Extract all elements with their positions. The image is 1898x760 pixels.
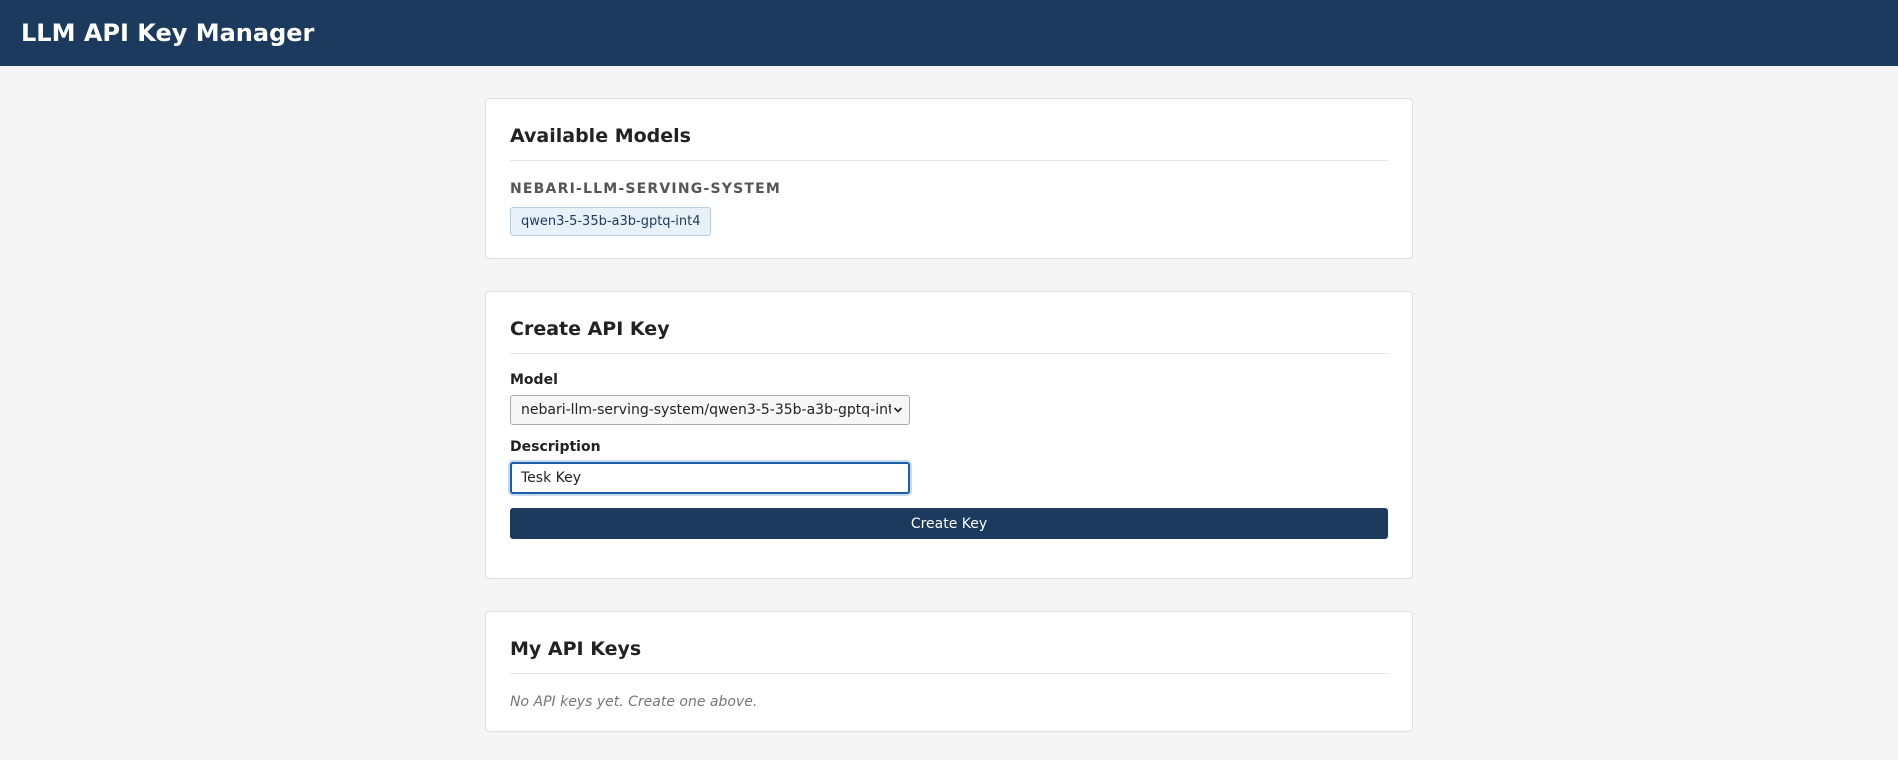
create-key-button[interactable]: Create Key bbox=[510, 508, 1388, 539]
description-field-label: Description bbox=[510, 439, 601, 455]
model-namespace-label: NEBARI-LLM-SERVING-SYSTEM bbox=[510, 181, 782, 197]
model-field-label: Model bbox=[510, 372, 558, 388]
empty-keys-message: No API keys yet. Create one above. bbox=[510, 694, 758, 710]
create-api-key-heading: Create API Key bbox=[510, 318, 1388, 354]
model-select-value: nebari-llm-serving-system/qwen3-5-35b-a3… bbox=[521, 402, 891, 418]
model-select[interactable]: nebari-llm-serving-system/qwen3-5-35b-a3… bbox=[510, 395, 910, 425]
create-api-key-card: Create API Key Model nebari-llm-serving-… bbox=[485, 291, 1413, 579]
app-title: LLM API Key Manager bbox=[21, 19, 315, 47]
model-chip: qwen3-5-35b-a3b-gptq-int4 bbox=[510, 207, 712, 236]
available-models-card: Available Models NEBARI-LLM-SERVING-SYST… bbox=[485, 98, 1413, 259]
available-models-heading: Available Models bbox=[510, 125, 1388, 161]
my-api-keys-card: My API Keys No API keys yet. Create one … bbox=[485, 611, 1413, 732]
my-api-keys-heading: My API Keys bbox=[510, 638, 1388, 674]
chevron-down-icon bbox=[891, 406, 905, 414]
description-input[interactable] bbox=[510, 462, 910, 494]
main-content: Available Models NEBARI-LLM-SERVING-SYST… bbox=[485, 98, 1413, 732]
app-header: LLM API Key Manager bbox=[0, 0, 1898, 66]
